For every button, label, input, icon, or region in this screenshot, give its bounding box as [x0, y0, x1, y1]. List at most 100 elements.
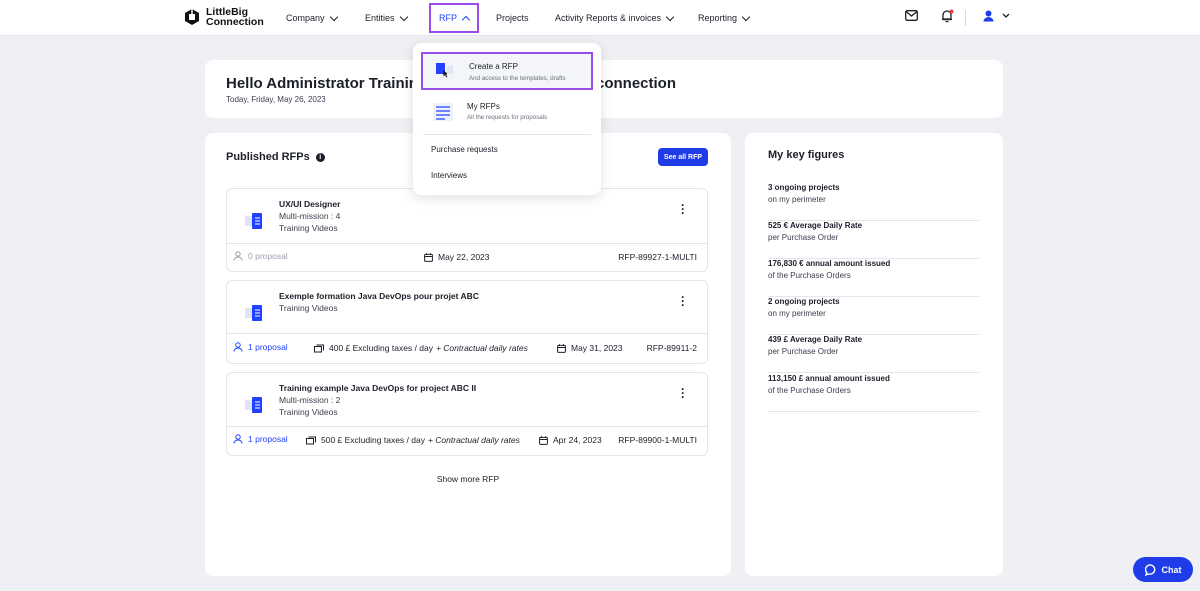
info-icon[interactable]: i: [315, 152, 325, 162]
dropdown-divider: [423, 134, 591, 135]
chat-label: Chat: [1161, 564, 1182, 575]
key-figure-label: of the Purchase Orders: [768, 386, 851, 395]
welcome-title-end: connection: [596, 75, 677, 92]
rfp-reference: RFP-89900-1-MULTI: [618, 435, 697, 445]
more-options-icon[interactable]: · · ·: [681, 199, 685, 219]
logo-icon: [183, 8, 201, 26]
rfp-card[interactable]: Training example Java DevOps for project…: [226, 372, 708, 456]
rfp-category: Training Videos: [279, 407, 338, 417]
chevron-down-icon: [665, 12, 675, 21]
key-figure-label: of the Purchase Orders: [768, 271, 851, 280]
rfp-rate-note: + Contractual daily rates: [427, 435, 520, 445]
nav-company[interactable]: Company: [286, 0, 338, 36]
rfp-multi-mission: Multi-mission : 4: [279, 211, 341, 221]
key-figure-value: 113,150 £ annual amount issued: [768, 374, 890, 383]
rfp-date: May 31, 2023: [557, 343, 623, 353]
nav-entities-label: Entities: [365, 13, 395, 23]
user-menu[interactable]: [983, 10, 1013, 25]
rfp-date: May 22, 2023: [424, 252, 490, 262]
nav-activity-reports-label: Activity Reports & invoices: [555, 13, 662, 23]
user-icon: [233, 342, 243, 352]
key-figure-item: 113,150 £ annual amount issued of the Pu…: [768, 374, 979, 412]
bell-icon[interactable]: [940, 9, 954, 26]
key-figure-label: on my perimeter: [768, 195, 826, 204]
card-divider: [227, 426, 707, 427]
rfp-rate: 400 £ Excluding taxes / day + Contractua…: [314, 343, 528, 353]
rfp-card[interactable]: Exemple formation Java DevOps pour proje…: [226, 280, 708, 364]
key-figures-title: My key figures: [768, 149, 845, 161]
more-options-icon[interactable]: · · ·: [681, 291, 685, 311]
welcome-date: Today, Friday, May 26, 2023: [226, 95, 326, 104]
key-figure-label: per Purchase Order: [768, 233, 839, 242]
key-figure-item: 439 £ Average Daily Rate per Purchase Or…: [768, 335, 979, 373]
proposal-count[interactable]: 1 proposal: [233, 434, 288, 444]
rfp-title[interactable]: UX/UI Designer: [279, 199, 340, 209]
nav-entities[interactable]: Entities: [365, 0, 408, 36]
key-figure-label: on my perimeter: [768, 309, 826, 318]
rfp-date-label: Apr 24, 2023: [553, 435, 602, 445]
rfp-category: Training Videos: [279, 223, 338, 233]
money-icon: [314, 344, 324, 352]
nav-divider: [965, 10, 966, 26]
more-options-icon[interactable]: · · ·: [681, 383, 685, 403]
panel-title: Published RFPs i: [226, 151, 325, 163]
rfp-rate-label: 400 £ Excluding taxes / day: [329, 343, 433, 353]
rfp-title[interactable]: Training example Java DevOps for project…: [279, 383, 476, 393]
rfp-title[interactable]: Exemple formation Java DevOps pour proje…: [279, 291, 479, 301]
create-rfp-title: Create a RFP: [469, 62, 518, 71]
chevron-down-icon: [399, 12, 408, 21]
rfp-multi-mission: Multi-mission : 2: [279, 395, 341, 405]
chevron-up-icon: [461, 15, 471, 24]
chevron-down-icon: [329, 12, 338, 21]
proposal-count[interactable]: 0 proposal: [233, 251, 288, 261]
rfp-date: Apr 24, 2023: [539, 435, 602, 445]
published-rfps-title: Published RFPs: [226, 151, 310, 163]
create-rfp-subtitle: And access to the templates, drafts: [469, 75, 566, 82]
chat-bubble-icon: [1144, 563, 1155, 576]
user-icon: [233, 434, 243, 444]
show-more-rfp-button[interactable]: Show more RFP: [205, 474, 731, 484]
key-figure-value: 3 ongoing projects: [768, 183, 840, 192]
card-divider: [227, 243, 707, 244]
list-icon: [433, 102, 453, 122]
welcome-title: Hello Administrator Training V: [226, 75, 442, 92]
rfp-card[interactable]: UX/UI Designer Multi-mission : 4 Trainin…: [226, 188, 708, 272]
mail-icon[interactable]: [905, 10, 918, 24]
purchase-requests-menu-item[interactable]: Purchase requests: [431, 145, 498, 154]
rfp-rate-note: + Contractual daily rates: [435, 343, 528, 353]
key-figures-panel: My key figures 3 ongoing projects on my …: [745, 133, 1003, 576]
rfp-reference: RFP-89911-2: [646, 343, 697, 353]
nav-projects[interactable]: Projects: [496, 0, 529, 36]
key-figure-value: 2 ongoing projects: [768, 297, 840, 306]
nav-reporting[interactable]: Reporting: [698, 0, 751, 36]
top-navigation: LittleBig Connection Company Entities RF…: [0, 0, 1200, 36]
interviews-menu-item[interactable]: Interviews: [431, 171, 467, 180]
document-icon: [245, 395, 265, 418]
nav-company-label: Company: [286, 13, 325, 23]
see-all-rfp-button[interactable]: See all RFP: [658, 148, 708, 166]
rfp-rate: 500 £ Excluding taxes / day + Contractua…: [306, 435, 520, 445]
my-rfps-menu-item[interactable]: My RFPs All the requests for proposals: [421, 95, 593, 129]
logo[interactable]: LittleBig Connection: [183, 7, 264, 27]
proposal-count-label: 0 proposal: [248, 251, 288, 261]
nav-activity-reports[interactable]: Activity Reports & invoices: [555, 0, 675, 36]
calendar-icon: [539, 435, 548, 445]
document-icon: [245, 303, 265, 326]
calendar-icon: [424, 252, 433, 262]
key-figure-value: 176,830 € annual amount issued: [768, 259, 891, 268]
key-figure-value: 439 £ Average Daily Rate: [768, 335, 863, 344]
document-icon: [245, 211, 265, 234]
chevron-down-icon: [741, 12, 751, 21]
chat-button[interactable]: Chat: [1133, 557, 1193, 582]
rfp-date-label: May 31, 2023: [571, 343, 623, 353]
nav-projects-label: Projects: [496, 13, 529, 23]
nav-rfp[interactable]: RFP: [429, 3, 479, 33]
proposal-count[interactable]: 1 proposal: [233, 342, 288, 352]
nav-reporting-label: Reporting: [698, 13, 738, 23]
rfp-date-label: May 22, 2023: [438, 252, 490, 262]
proposal-count-label: 1 proposal: [248, 434, 288, 444]
rfp-reference: RFP-89927-1-MULTI: [618, 252, 697, 262]
card-divider: [227, 333, 707, 334]
published-rfps-panel: Published RFPs i See all RFP UX/UI Desig…: [205, 133, 731, 576]
create-rfp-menu-item[interactable]: Create a RFP And access to the templates…: [421, 52, 593, 90]
